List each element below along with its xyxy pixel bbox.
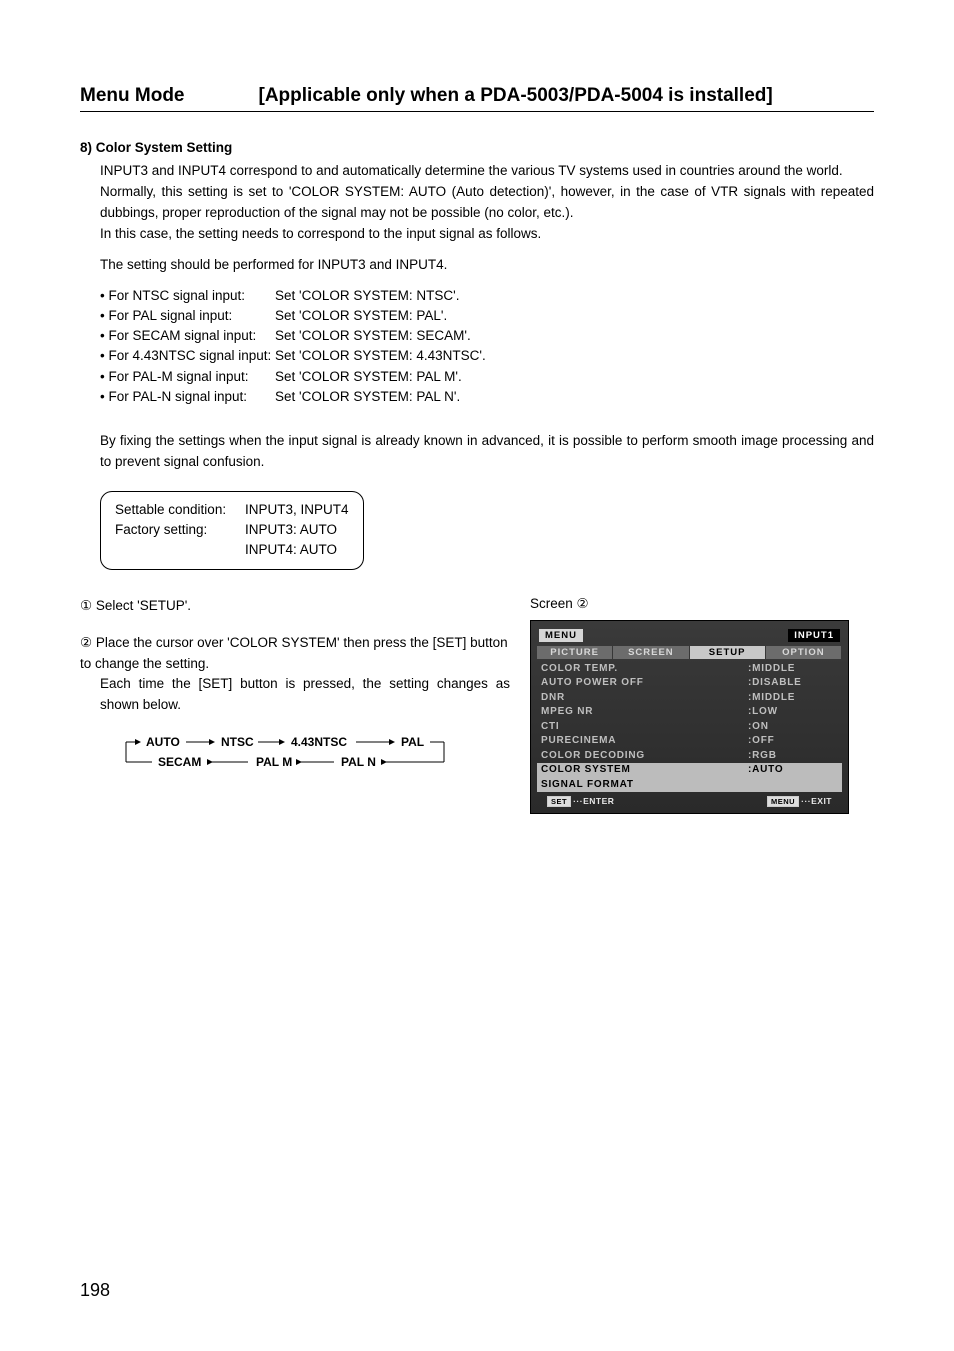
cycle-node: PAL M (256, 755, 292, 769)
cycle-node: AUTO (146, 735, 180, 749)
osd-tab-option[interactable]: OPTION (766, 646, 841, 659)
setting-label: • For PAL-M signal input: (100, 367, 275, 387)
setting-row: • For 4.43NTSC signal input: Set 'COLOR … (100, 346, 874, 366)
header-right: [Applicable only when a PDA-5003/PDA-500… (259, 85, 773, 107)
setting-row: • For NTSC signal input: Set 'COLOR SYST… (100, 286, 874, 306)
osd-item[interactable]: PURECINEMA:OFF (537, 734, 842, 749)
setting-value: Set 'COLOR SYSTEM: 4.43NTSC'. (275, 346, 874, 366)
settings-list: • For NTSC signal input: Set 'COLOR SYST… (100, 286, 874, 408)
osd-item[interactable]: AUTO POWER OFF:DISABLE (537, 676, 842, 691)
osd-item[interactable]: DNR:MIDDLE (537, 691, 842, 706)
step-1: ① Select 'SETUP'. (80, 596, 510, 617)
header-left: Menu Mode (80, 85, 185, 107)
box-label: Settable condition: (115, 500, 245, 520)
step-subtext: Each time the [SET] button is pressed, t… (100, 674, 510, 716)
setting-value: Set 'COLOR SYSTEM: PAL M'. (275, 367, 874, 387)
step-number: ② (80, 635, 92, 650)
box-label: Factory setting: (115, 520, 245, 540)
osd-item[interactable]: COLOR DECODING:RGB (537, 749, 842, 764)
box-value: INPUT3, INPUT4 (245, 500, 349, 520)
osd-footer: SET···ENTER MENU···EXIT (537, 794, 842, 807)
osd-item-selected[interactable]: COLOR SYSTEM:AUTO (537, 763, 842, 778)
setting-label: • For SECAM signal input: (100, 326, 275, 346)
osd-foot-left: SET···ENTER (547, 796, 614, 807)
page-number: 198 (80, 1280, 110, 1301)
setting-value: Set 'COLOR SYSTEM: PAL'. (275, 306, 874, 326)
para-2: Normally, this setting is set to 'COLOR … (100, 182, 874, 224)
osd-item[interactable]: COLOR TEMP.:MIDDLE (537, 662, 842, 677)
box-label (115, 540, 245, 560)
section-heading: 8) Color System Setting (80, 140, 874, 155)
step-text: Place the cursor over 'COLOR SYSTEM' the… (80, 635, 508, 671)
osd-tab-setup[interactable]: SETUP (690, 646, 765, 659)
setting-value: Set 'COLOR SYSTEM: SECAM'. (275, 326, 874, 346)
steps-column: ① Select 'SETUP'. ② Place the cursor ove… (80, 596, 510, 815)
setting-row: • For PAL signal input: Set 'COLOR SYSTE… (100, 306, 874, 326)
osd-title-left: MENU (539, 629, 583, 642)
para-4: The setting should be performed for INPU… (100, 255, 874, 276)
setting-value: Set 'COLOR SYSTEM: PAL N'. (275, 387, 874, 407)
osd-foot-right: MENU···EXIT (767, 796, 832, 807)
para-3: In this case, the setting needs to corre… (100, 224, 874, 245)
box-value: INPUT4: AUTO (245, 540, 349, 560)
cycle-node: PAL N (341, 755, 376, 769)
box-row: Settable condition: INPUT3, INPUT4 (115, 500, 349, 520)
step-text: Select 'SETUP'. (92, 598, 191, 613)
conclusion-para: By fixing the settings when the input si… (100, 431, 874, 473)
osd-item[interactable]: CTI:ON (537, 720, 842, 735)
setting-row: • For PAL-N signal input: Set 'COLOR SYS… (100, 387, 874, 407)
settable-box: Settable condition: INPUT3, INPUT4 Facto… (100, 491, 364, 570)
cycle-node: 4.43NTSC (291, 735, 347, 749)
para-1: INPUT3 and INPUT4 correspond to and auto… (100, 161, 874, 182)
osd-items: COLOR TEMP.:MIDDLE AUTO POWER OFF:DISABL… (537, 662, 842, 793)
setting-label: • For 4.43NTSC signal input: (100, 346, 275, 366)
cycle-diagram: AUTO NTSC 4.43NTSC PAL SECAM PAL M PAL N (116, 732, 456, 778)
setting-label: • For PAL-N signal input: (100, 387, 275, 407)
step-number: ① (80, 598, 92, 613)
setting-label: • For NTSC signal input: (100, 286, 275, 306)
page-header: Menu Mode [Applicable only when a PDA-50… (80, 85, 874, 112)
cycle-node: SECAM (158, 755, 201, 769)
osd-item[interactable]: MPEG NR:LOW (537, 705, 842, 720)
cycle-node: PAL (401, 735, 424, 749)
osd-title-right: INPUT1 (788, 629, 840, 642)
osd-tabs: PICTURE SCREEN SETUP OPTION (537, 646, 842, 659)
osd-item[interactable]: SIGNAL FORMAT (537, 778, 842, 793)
setting-label: • For PAL signal input: (100, 306, 275, 326)
screen-label: Screen ② (530, 596, 874, 612)
osd-tab-screen[interactable]: SCREEN (613, 646, 688, 659)
box-row: INPUT4: AUTO (115, 540, 349, 560)
osd-tab-picture[interactable]: PICTURE (537, 646, 612, 659)
cycle-node: NTSC (221, 735, 254, 749)
setting-value: Set 'COLOR SYSTEM: NTSC'. (275, 286, 874, 306)
setting-row: • For PAL-M signal input: Set 'COLOR SYS… (100, 367, 874, 387)
box-value: INPUT3: AUTO (245, 520, 349, 540)
osd-menu: MENU INPUT1 PICTURE SCREEN SETUP OPTION … (530, 620, 849, 815)
step-2: ② Place the cursor over 'COLOR SYSTEM' t… (80, 633, 510, 717)
box-row: Factory setting: INPUT3: AUTO (115, 520, 349, 540)
setting-row: • For SECAM signal input: Set 'COLOR SYS… (100, 326, 874, 346)
